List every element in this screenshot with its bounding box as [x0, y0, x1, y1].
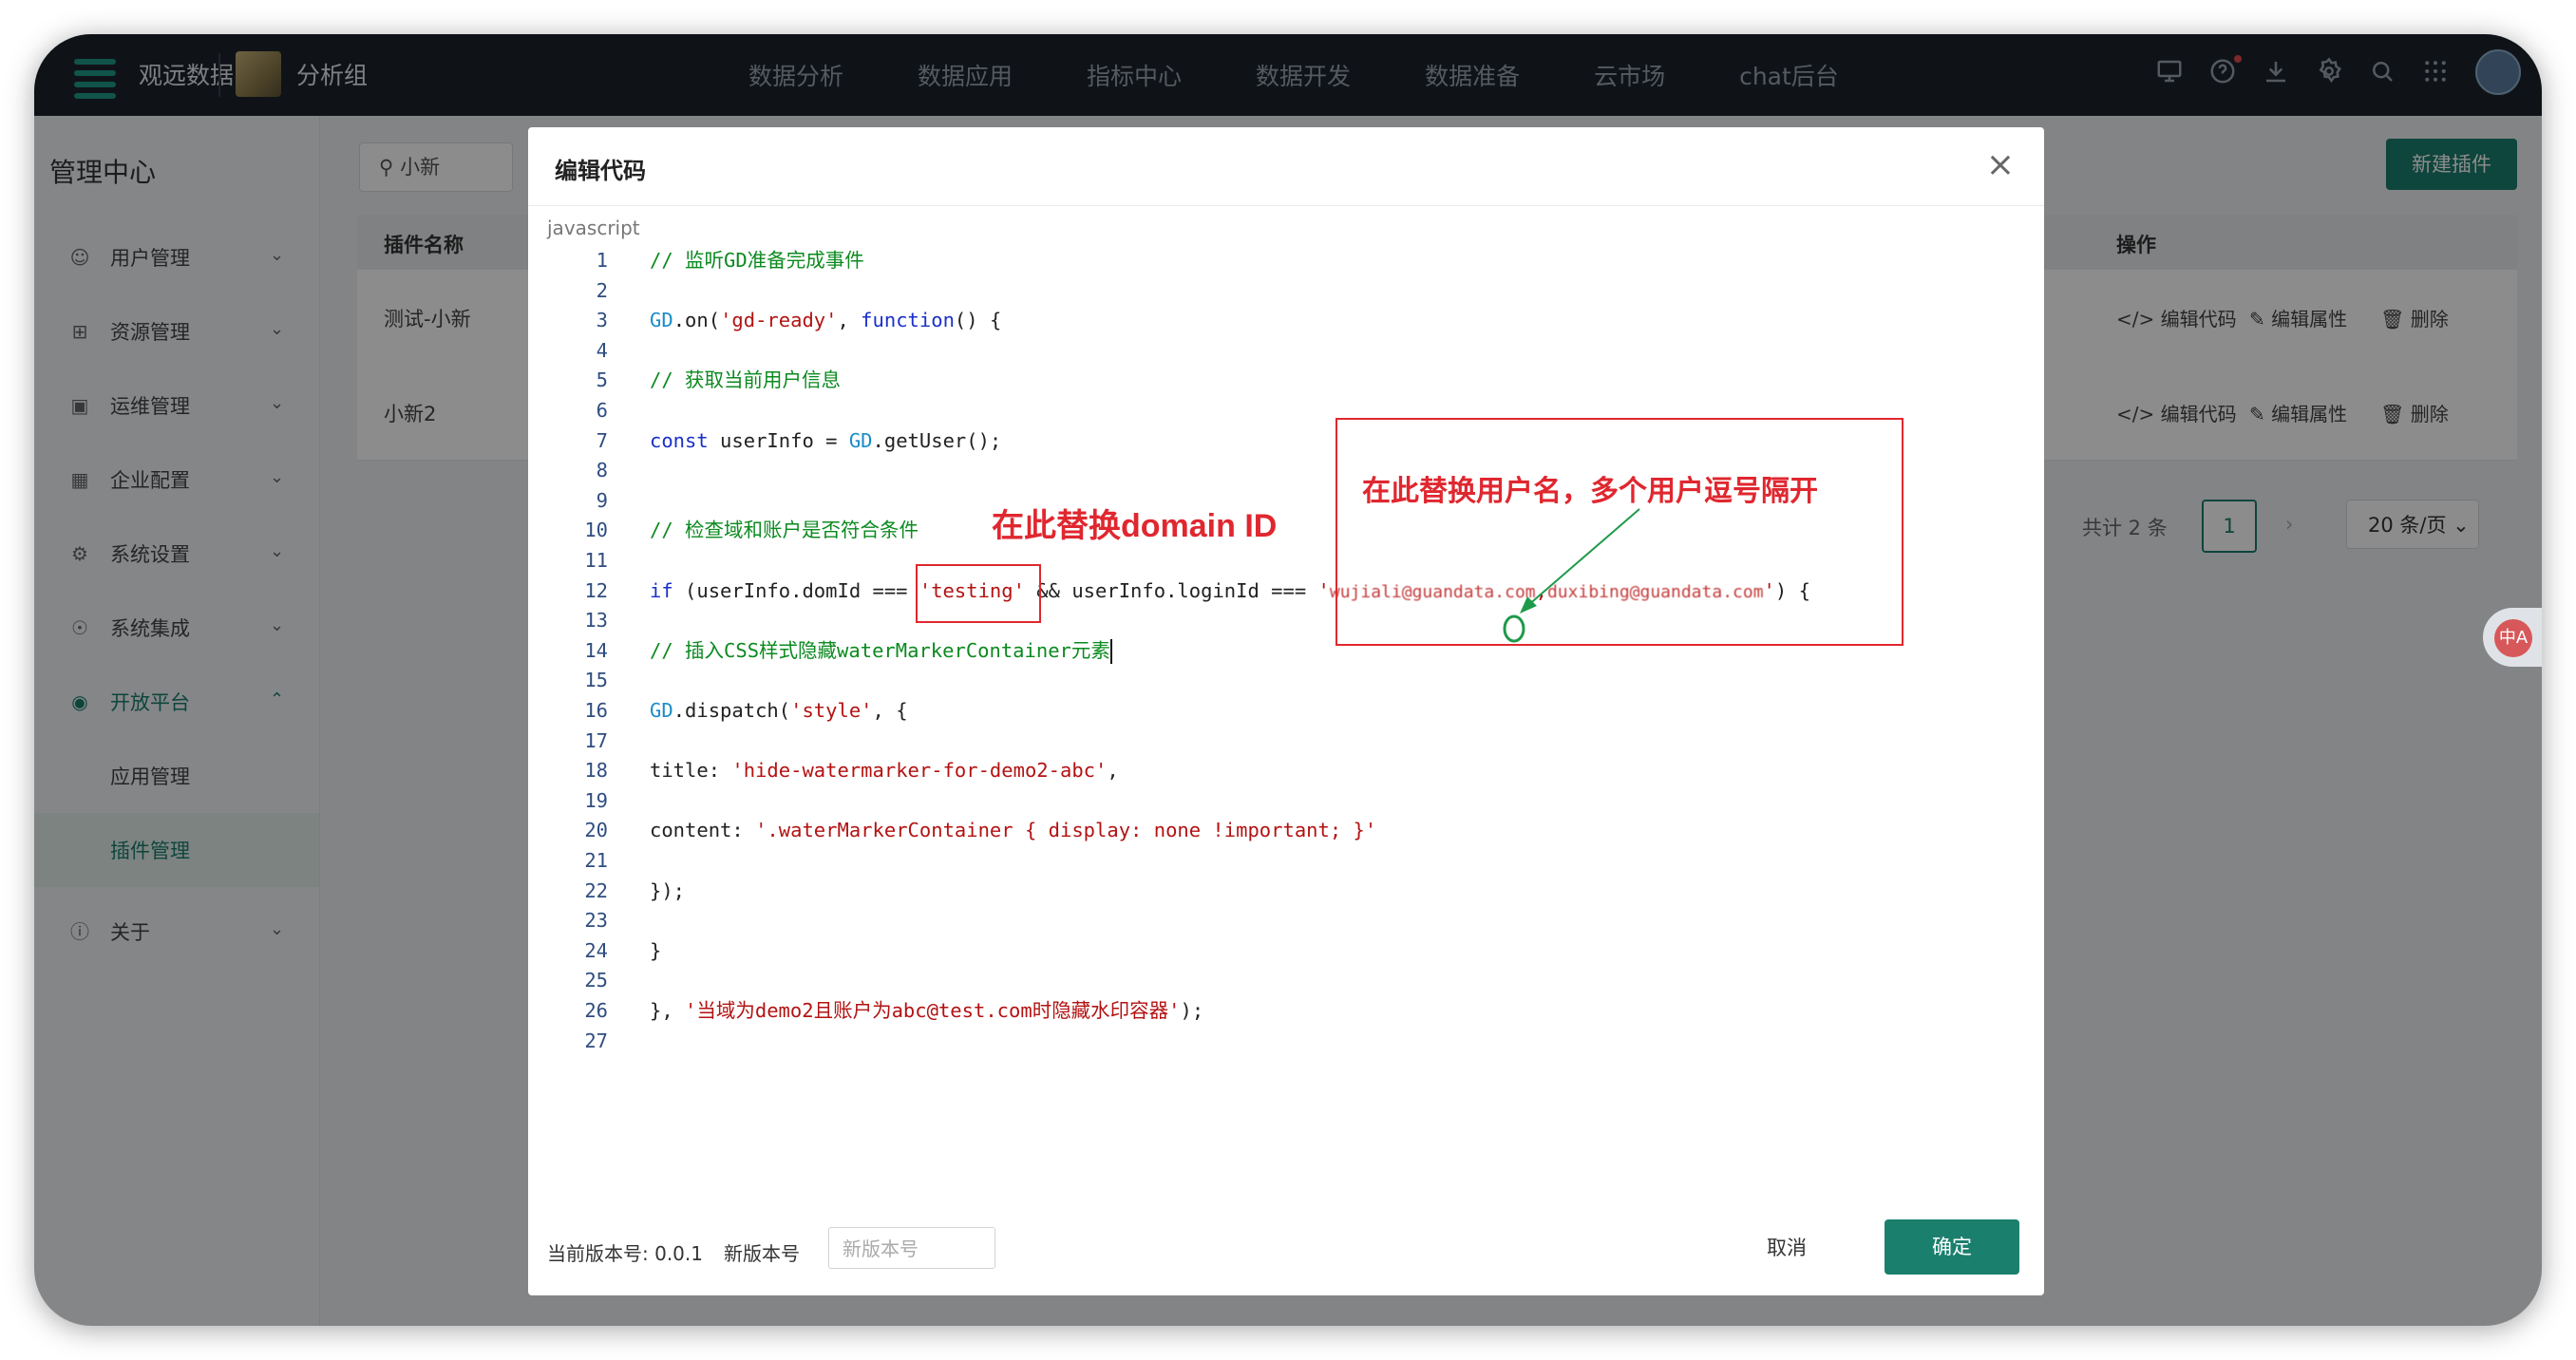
code-line: 25 [584, 969, 608, 992]
code-line: 19 [584, 788, 608, 812]
code-line: 23 [584, 909, 608, 933]
code-line: 18 title: 'hide-watermarker-for-demo2-abc… [584, 759, 1119, 783]
app-window: 观远数据 分析组 数据分析 数据应用 指标中心 数据开发 数据准备 云市场 ch… [34, 34, 2542, 1326]
confirm-button[interactable]: 确定 [1885, 1219, 2019, 1275]
code-line: 26}, '当域为demo2且账户为abc@test.com时隐藏水印容器'); [584, 999, 1204, 1022]
dialog-footer: 当前版本号: 0.0.1 新版本号 新版本号 取消 确定 [528, 1200, 2044, 1295]
new-version-label: 新版本号 [724, 1242, 800, 1265]
code-line: 20 content: '.waterMarkerContainer { disp… [584, 819, 1377, 842]
code-line: 2 [596, 278, 608, 302]
code-line: 3 GD.on('gd-ready', function() { [596, 309, 1002, 332]
code-line: 17 [584, 728, 608, 752]
domain-highlight-box [916, 564, 1041, 623]
current-version: 当前版本号: 0.0.1 [547, 1242, 703, 1265]
text-cursor [1109, 638, 1112, 664]
domain-annotation: 在此替换domain ID [992, 508, 1278, 544]
users-annotation: 在此替换用户名，多个用户逗号隔开 [1362, 476, 1818, 507]
cancel-button[interactable]: 取消 [1767, 1233, 1807, 1261]
code-line: 22}); [584, 878, 686, 902]
translate-float-button[interactable]: 中A [2483, 608, 2542, 667]
code-line: 15 [584, 669, 608, 692]
code-line: 16 GD.dispatch('style', { [584, 699, 908, 722]
code-line: 4 [596, 338, 608, 362]
annotation-arrow [1503, 508, 1640, 643]
translate-icon: 中A [2494, 619, 2532, 657]
edit-code-dialog: 编辑代码 × javascript 1// 监听GD准备完成事件 2 3 GD.o… [528, 127, 2044, 1295]
dialog-title: 编辑代码 [555, 158, 646, 184]
close-icon[interactable]: × [1981, 146, 2019, 184]
code-line: 1// 监听GD准备完成事件 [596, 249, 864, 272]
new-version-input[interactable]: 新版本号 [828, 1227, 995, 1269]
code-line: 21 [584, 849, 608, 872]
code-line: 27 [584, 1029, 608, 1052]
dialog-header: 编辑代码 × [528, 127, 2044, 206]
code-line: 24} [584, 938, 662, 962]
code-line: 5// 获取当前用户信息 [596, 368, 842, 392]
language-label: javascript [547, 217, 640, 239]
